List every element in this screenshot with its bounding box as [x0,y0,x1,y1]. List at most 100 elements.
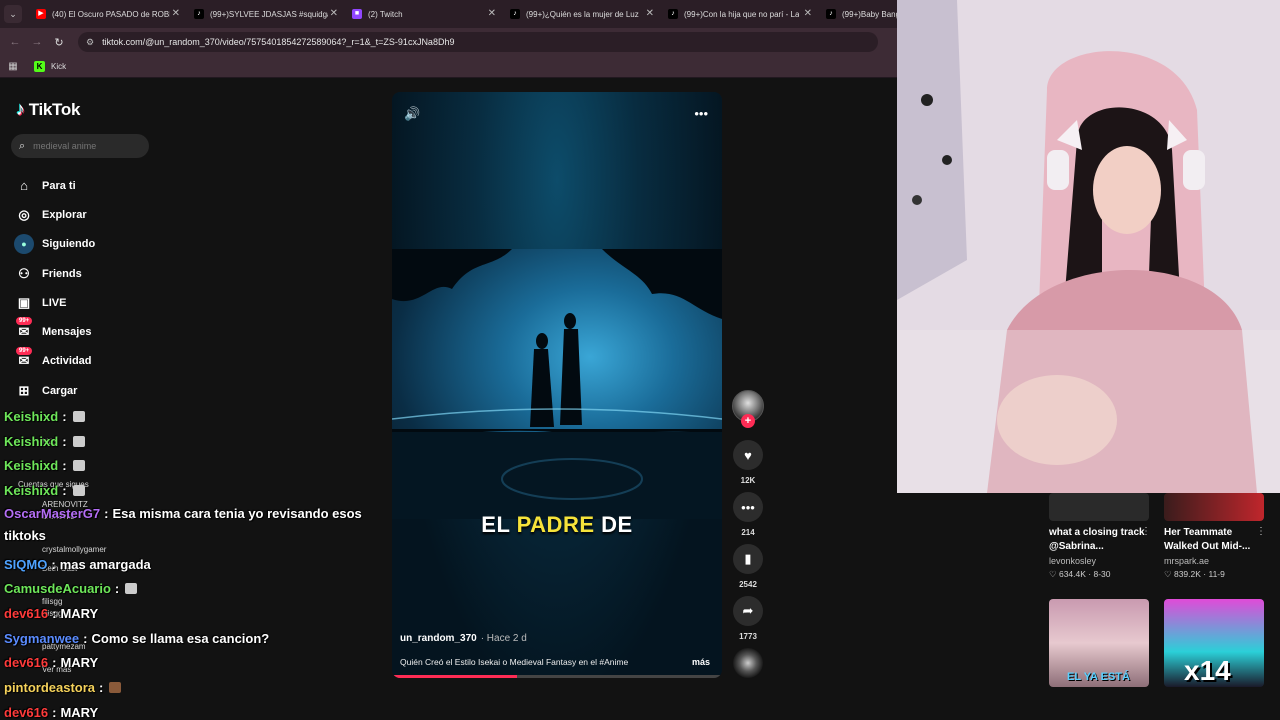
more-options-icon[interactable]: ⋮ [1256,526,1266,537]
browser-tab[interactable]: ♪ (99+)Con la hija que no parí - La ✕ [660,0,818,28]
tab-title: (99+)Con la hija que no parí - La [684,9,800,19]
compass-icon: ◎ [18,206,30,222]
suggested-title: what a closing track @Sabrina... [1049,527,1145,552]
video-caption: EL PADRE DE [392,512,722,538]
tab-search-button[interactable]: ⌄ [4,5,22,23]
streamer-camera-feed [897,0,1280,493]
chat-username: Keishixd [4,458,59,474]
more-options-icon[interactable]: ⋮ [1141,526,1151,537]
suggested-title: Her Teammate Walked Out Mid-... [1164,527,1251,552]
chat-separator: : [62,482,67,498]
emote-icon [72,410,85,422]
chat-text: MARY [60,655,99,671]
share-count: 1773 [739,632,757,641]
nav-label: Cargar [42,384,78,397]
close-tab-icon[interactable]: ✕ [646,8,654,19]
suggested-thumbnail[interactable]: EL YA ESTÁ [1049,599,1149,687]
suggested-video[interactable]: Her Teammate Walked Out Mid-... mrspark.… [1164,493,1268,580]
suggested-video[interactable]: what a closing track @Sabrina... levonko… [1049,493,1153,580]
volume-icon[interactable]: 🔊 [404,106,420,122]
apps-grid-icon[interactable]: ▦ [0,61,26,72]
like-count: 12K [740,476,756,485]
following-avatar-icon: ● [14,234,34,255]
chat-separator: : [83,630,88,646]
video-author[interactable]: un_random_370 · Hace 2 d [400,633,527,644]
nav-mensajes[interactable]: ✉ 99+ Mensajes [14,317,184,346]
chat-separator: : [62,433,67,449]
sound-disc-button[interactable] [731,648,765,678]
forward-icon[interactable]: → [26,36,48,48]
close-tab-icon[interactable]: ✕ [172,8,180,19]
follow-plus-icon[interactable]: + [741,414,755,428]
chat-message: OscarMasterG7: Esa misma cara tenia yo re… [4,503,384,552]
browser-tab[interactable]: ♪ (99+)SYLVEE JDASJAS #squidgame ✕ [186,0,344,28]
sidebar-nav: ⌂ Para ti ◎ Explorar ● Siguiendo ⚇ Frien… [14,171,184,405]
close-tab-icon[interactable]: ✕ [804,8,812,19]
chat-separator: : [114,581,120,597]
search-input[interactable] [33,141,134,151]
nav-live[interactable]: ▣ LIVE [14,288,184,317]
close-tab-icon[interactable]: ✕ [330,8,338,19]
video-frame [392,249,722,519]
back-icon[interactable]: ← [4,36,26,48]
tiktok-logo[interactable]: ♪ TikTok [16,99,80,120]
notification-badge: 99+ [16,346,33,355]
screen: ⌄ ▶ (40) El Oscuro PASADO de ROBLOX ✕ ♪ … [0,0,1280,720]
comment-button[interactable]: ••• 214 [731,492,765,537]
suggested-user[interactable]: levonkosley [1049,556,1153,566]
url-field[interactable]: ⚙ tiktok.com/@un_random_370/video/757540… [78,32,878,52]
chat-message: CamusdeAcuario: [4,576,384,601]
save-button[interactable]: ▮ 2542 [731,544,765,589]
more-options-icon[interactable]: ••• [694,106,708,121]
suggested-thumbnail[interactable]: x14 [1164,599,1264,687]
site-info-icon[interactable]: ⚙ [86,37,94,48]
author-avatar-button[interactable]: + [731,390,765,428]
logo-text: TikTok [28,99,81,119]
chat-username: Keishixd [4,433,59,449]
tiktok-icon: ♪ [194,9,204,19]
close-tab-icon[interactable]: ✕ [488,8,496,19]
tab-title: (99+)SYLVEE JDASJAS #squidgame [210,9,328,19]
video-progress-bar[interactable] [392,675,722,678]
nav-label: Explorar [42,208,87,221]
nav-actividad[interactable]: ✉ 99+ Actividad [14,346,184,376]
chat-username: dev616 [4,704,49,720]
suggested-user[interactable]: mrspark.ae [1164,556,1268,566]
notification-badge: 99+ [16,317,33,326]
chat-separator: : [99,680,104,696]
nav-friends[interactable]: ⚇ Friends [14,259,184,288]
nav-explorar[interactable]: ◎ Explorar [14,200,184,229]
nav-siguiendo[interactable]: ● Siguiendo [14,230,184,259]
chat-separator: : [62,458,67,474]
browser-tab[interactable]: ♪ (99+)¿Quién es la mujer de Luz ✕ [502,0,660,28]
nav-label: Para ti [42,179,76,192]
search-box[interactable]: ⌕ [11,134,149,158]
live-icon: ▣ [17,294,31,310]
forest-scene [392,249,722,519]
share-button[interactable]: ➦ 1773 [731,596,765,641]
like-button[interactable]: ♥ 12K [731,440,765,485]
chat-message: Keishixd: [4,429,384,454]
browser-tab[interactable]: ▶ (40) El Oscuro PASADO de ROBLOX ✕ [28,0,186,28]
nav-label: Siguiendo [42,238,96,251]
nav-label: LIVE [42,296,67,309]
chat-username: dev616 [4,605,49,621]
bookmark-icon: ▮ [733,544,763,574]
suggested-meta: ♡ 634.4K · 8-30 [1049,569,1111,579]
video-player[interactable]: 🔊 ••• EL PADRE DE un_random_370 · Hace 2… [392,92,722,678]
reload-icon[interactable]: ↻ [48,36,70,49]
thumbnail-text: EL YA ESTÁ [1067,671,1130,683]
chat-username: dev616 [4,655,49,671]
suggested-thumbnail [1164,493,1264,521]
author-name[interactable]: un_random_370 [400,633,477,644]
music-disc-icon [733,648,763,678]
chat-text-block: OscarMasterG7: Esa misma cara tenia yo re… [4,503,384,547]
browser-tab[interactable]: ■ (2) Twitch ✕ [344,0,502,28]
more-link[interactable]: más [692,657,710,667]
bookmark-kick[interactable]: K Kick [34,61,66,72]
home-icon: ⌂ [20,178,28,194]
stream-chat-overlay: Keishixd: Keishixd: Keishixd: Keishixd: … [4,404,384,720]
nav-para-ti[interactable]: ⌂ Para ti [14,171,184,200]
browser-tab[interactable]: ♪ (99+)Baby Bang [818,0,898,28]
nav-cargar[interactable]: ⊞ Cargar [14,376,184,405]
